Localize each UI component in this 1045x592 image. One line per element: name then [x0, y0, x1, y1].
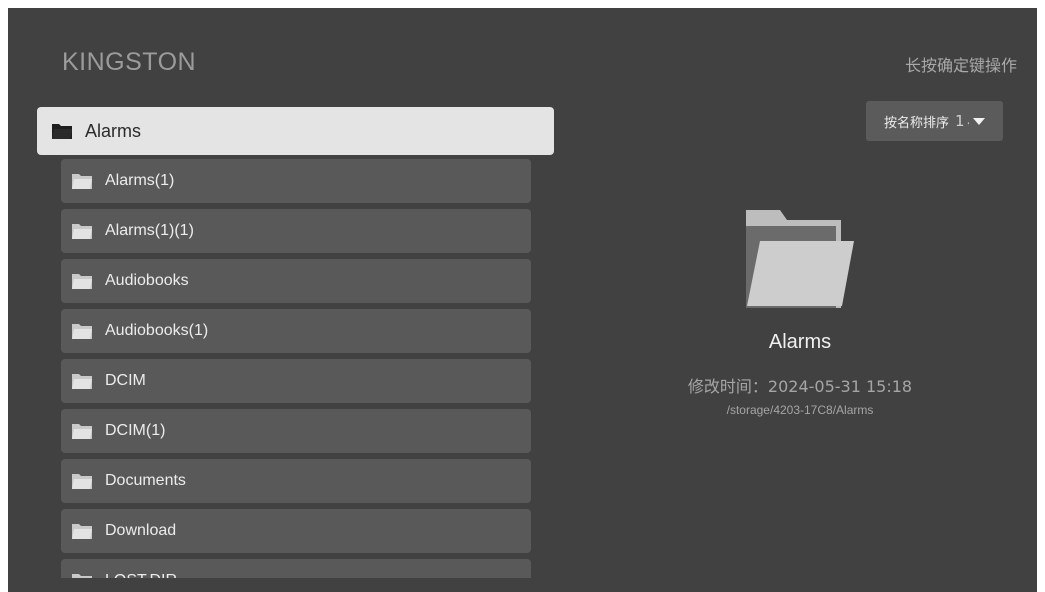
folder-icon [71, 422, 93, 440]
long-press-hint: 长按确定键操作 [904, 56, 1017, 75]
list-item-label: Documents [105, 472, 186, 489]
list-item-label: Alarms(1)(1) [105, 222, 194, 239]
preview-path: /storage/4203-17C8/Alarms [726, 403, 874, 417]
sort-dropdown[interactable]: 按名称排序 1↓ [866, 101, 1003, 141]
folder-icon [71, 272, 93, 290]
list-item[interactable]: Alarms(1) [61, 159, 531, 203]
sort-value: 1↓ [955, 112, 969, 130]
list-item[interactable]: DCIM [61, 359, 531, 403]
list-item[interactable]: Alarms(1)(1) [61, 209, 531, 253]
folder-icon [71, 372, 93, 390]
folder-icon [71, 472, 93, 490]
list-clip-edge [8, 578, 1037, 592]
list-item[interactable]: DCIM(1) [61, 409, 531, 453]
folder-icon [71, 222, 93, 240]
folder-icon [51, 122, 73, 140]
folder-list: Alarms(1) Alarms(1)(1) Audiobooks Audiob… [61, 159, 531, 592]
folder-icon [71, 322, 93, 340]
list-item[interactable]: Audiobooks(1) [61, 309, 531, 353]
selected-folder-label: Alarms [85, 120, 142, 141]
preview-name: Alarms [768, 331, 832, 353]
list-item[interactable]: Audiobooks [61, 259, 531, 303]
folder-icon [71, 172, 93, 190]
list-item-label: Audiobooks [105, 272, 189, 289]
selected-folder-row[interactable]: Alarms [37, 107, 554, 155]
dropdown-caret-icon [973, 117, 986, 125]
file-browser-screen: KINGSTON 长按确定键操作 按名称排序 1↓ Alarms Alarms(… [8, 8, 1037, 592]
folder-icon [71, 522, 93, 540]
folder-open-icon [742, 208, 858, 313]
list-item-label: Alarms(1) [105, 172, 175, 189]
list-item-label: Audiobooks(1) [105, 322, 209, 339]
list-item[interactable]: Documents [61, 459, 531, 503]
preview-modified-time: 修改时间：2024-05-31 15:18 [687, 377, 913, 396]
list-item-label: DCIM(1) [105, 422, 166, 439]
sort-label: 按名称排序 [884, 115, 950, 131]
page-title: KINGSTON [62, 48, 197, 76]
list-item[interactable]: Download [61, 509, 531, 553]
list-item-label: Download [105, 522, 177, 539]
list-item-label: DCIM [105, 372, 146, 389]
